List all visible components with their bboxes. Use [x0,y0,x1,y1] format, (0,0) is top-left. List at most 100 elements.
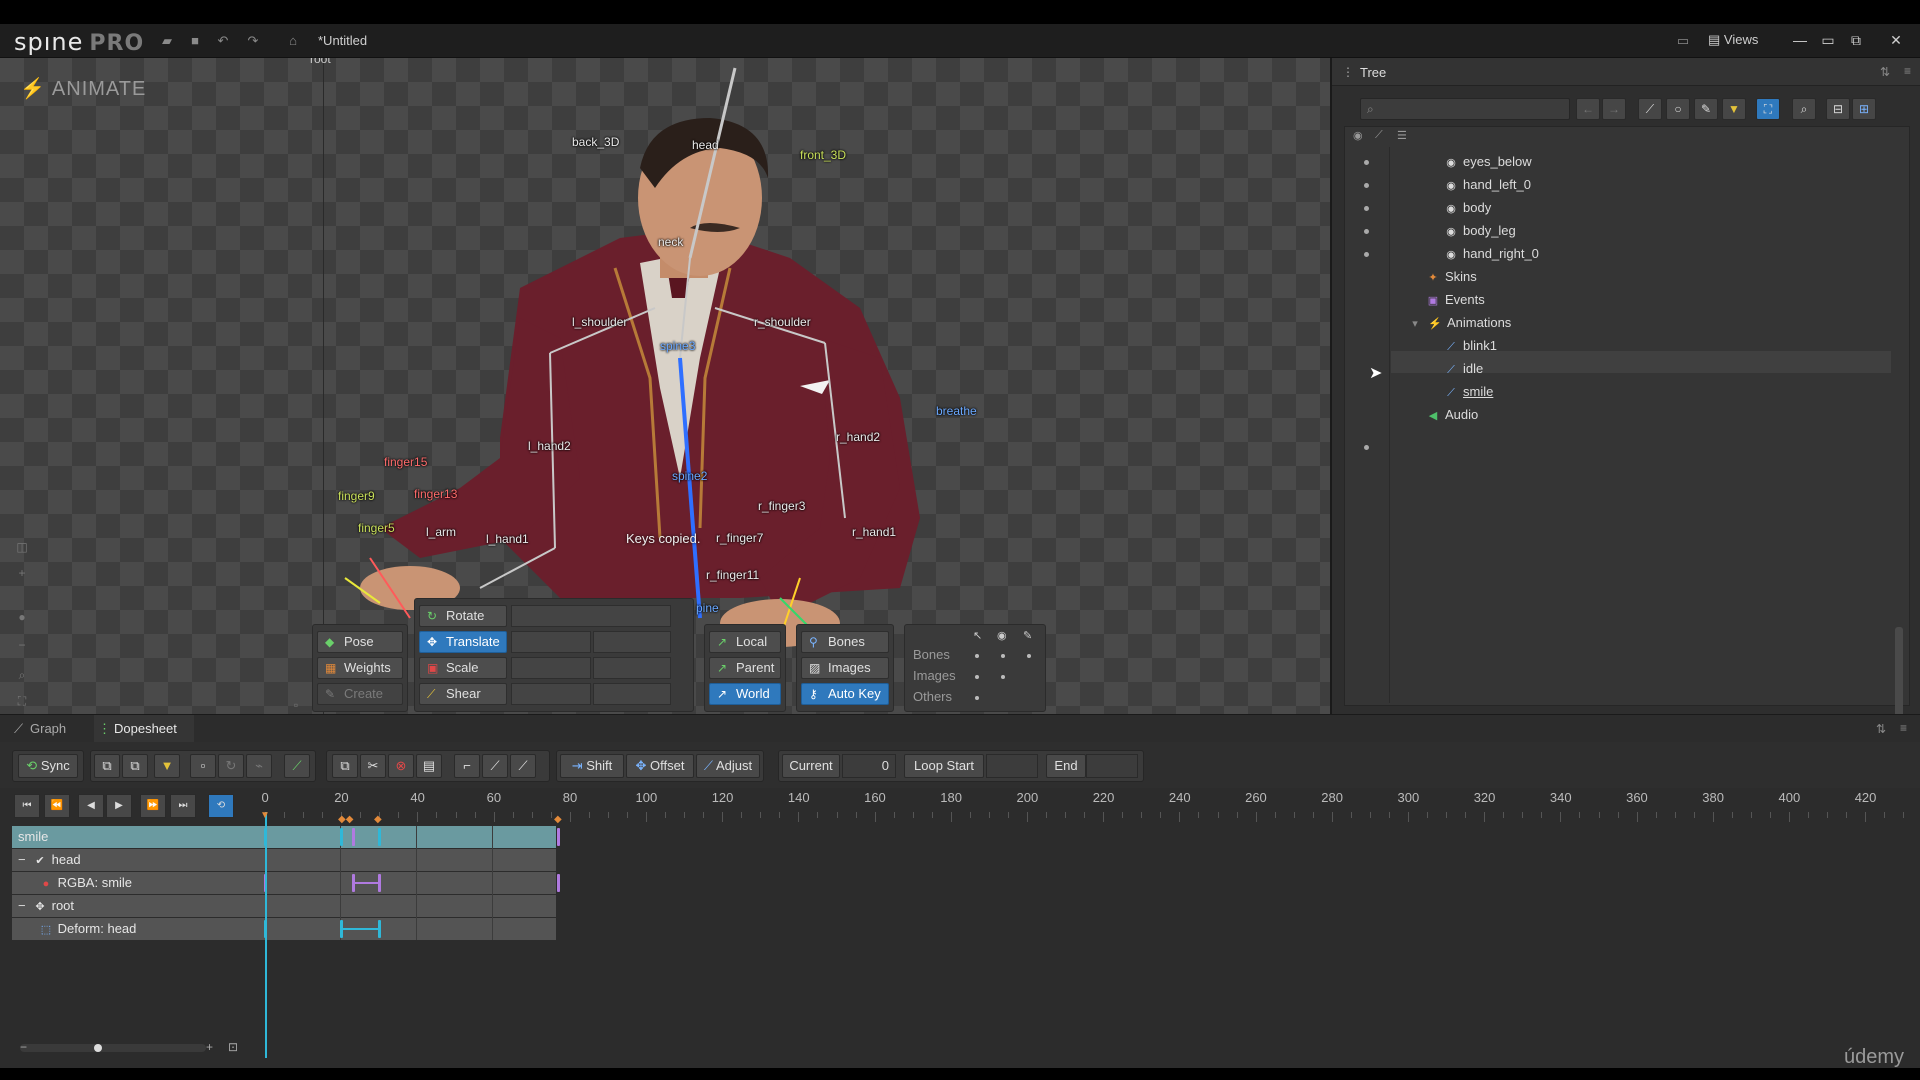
bone-label[interactable]: r_hand2 [836,430,880,444]
playhead-marker-icon[interactable]: ▼ [260,810,270,821]
option-dot[interactable] [975,696,979,700]
bone-label[interactable]: breathe [936,404,977,418]
shear-y-field[interactable] [593,683,671,705]
tree-item-eyes-below[interactable]: ◉ eyes_below [1443,151,1531,173]
tree-item-events[interactable]: ▣ Events [1425,289,1485,311]
bone-label[interactable]: pine [696,601,719,615]
zoom-out-icon[interactable]: − [14,638,30,654]
bone-label[interactable]: neck [658,235,683,249]
tab-graph[interactable]: ⟋ Graph [10,715,90,743]
filter-icon[interactable]: ▼ [1722,98,1746,120]
trash-icon[interactable]: ▤ [416,754,442,778]
bezier-icon[interactable]: ⟋ [482,754,508,778]
shift-button[interactable]: ⇥ Shift [560,754,624,778]
fit-timeline-icon[interactable]: ⊡ [228,1040,238,1054]
keyframe[interactable] [340,828,343,846]
auto-key-button[interactable]: ⚷ Auto Key [801,683,889,705]
option-dot[interactable] [1001,654,1005,658]
maximize-button[interactable]: ⧉ [1844,30,1868,50]
shear-x-field[interactable] [511,683,591,705]
zoom-slider-icon[interactable]: ● [14,610,30,626]
go-to-end-button[interactable]: ⏭ [170,794,196,818]
rotate-value-field[interactable] [511,605,671,627]
bone-label[interactable]: r_finger3 [758,499,805,513]
linear-icon[interactable]: ⌐ [454,754,480,778]
bone-label[interactable]: finger5 [358,521,395,535]
tab-dopesheet[interactable]: ⋮ Dopesheet [94,715,194,743]
timeline-zoom-slider[interactable] [20,1044,206,1052]
dopesheet-timeline[interactable]: ⏮ ⏪ ◀ ▶ ⏩ ⏭ ⟲ 0 20 40 60 80 100 120 140 160 180 20… [0,788,1920,1080]
track-deform-head[interactable]: ⬚ Deform: head [12,918,556,940]
visibility-dot[interactable] [1364,252,1369,257]
previous-frame-button[interactable]: ⏪ [44,794,70,818]
tree-item-idle[interactable]: ⟋ idle [1443,358,1483,380]
save-icon[interactable]: ■ [186,32,204,50]
bone-label[interactable]: head [692,138,719,152]
slot-filter-icon[interactable]: ○ [1666,98,1690,120]
panel-menu-icon[interactable]: ≡ [1904,64,1911,78]
bone-label[interactable]: l_shoulder [572,315,627,329]
panel-settings-icon[interactable]: ⇅ [1876,722,1886,736]
pose-button[interactable]: ◆ Pose [317,631,403,653]
zoom-out-icon[interactable]: − [20,1040,27,1054]
keyframe[interactable] [557,828,560,846]
lock-keys-icon[interactable]: ▫ [190,754,216,778]
scale-y-field[interactable] [593,657,671,679]
track-bone-head[interactable]: − ✔ head [12,849,556,871]
curve-icon[interactable]: ⟋ [284,754,310,778]
cut-icon[interactable]: ✂ [360,754,386,778]
attachment-filter-icon[interactable]: ✎ [1694,98,1718,120]
play-button[interactable]: ▶ [106,794,132,818]
rotate-button[interactable]: ↻ Rotate [419,605,507,627]
track-bone-root[interactable]: − ✥ root [12,895,556,917]
stepped-icon[interactable]: ⟋ [510,754,536,778]
nav-forward-icon[interactable]: → [1602,98,1626,120]
option-dot[interactable] [1001,675,1005,679]
option-dot[interactable] [975,654,979,658]
select-icon[interactable]: ↖ [973,629,982,642]
local-axis-button[interactable]: ↗ Local [709,631,781,653]
bone-label[interactable]: finger13 [414,487,457,501]
collapse-icon[interactable]: − [18,849,32,871]
loop-icon[interactable]: ↻ [218,754,244,778]
bone-label[interactable]: back_3D [572,135,619,149]
root-bone-label[interactable]: root [310,58,331,66]
visibility-dot[interactable] [1364,183,1369,188]
loop-toggle-button[interactable]: ⟲ [208,794,234,818]
tree-item-hand-left-0[interactable]: ◉ hand_left_0 [1443,174,1531,196]
filter-keys-icon[interactable]: ▼ [154,754,180,778]
bone-label[interactable]: r_hand1 [852,525,896,539]
tree-list[interactable]: ◉ ⟋ ☰ ◉ eyes_below ◉ hand_left_0 ◉ body ◉ bo… [1344,126,1910,717]
zoom-fit-icon[interactable]: ◫ [14,540,30,556]
tree-item-body-leg[interactable]: ◉ body_leg [1443,220,1516,242]
end-frame-field[interactable] [1086,754,1138,778]
playhead[interactable] [265,812,267,1058]
collapse-icon[interactable]: ⊟ [1826,98,1850,120]
bone-label[interactable]: spine2 [672,469,707,483]
close-button[interactable]: ✕ [1884,30,1908,50]
translate-button[interactable]: ✥ Translate [419,631,507,653]
visibility-dot[interactable] [1364,229,1369,234]
delete-key-icon[interactable]: ⊗ [388,754,414,778]
bone-label[interactable]: l_hand2 [528,439,571,453]
zoom-in-icon[interactable]: + [14,566,30,582]
bone-label[interactable]: l_arm [426,525,456,539]
sync-selection-icon[interactable]: ⛶ [1756,98,1780,120]
scale-button[interactable]: ▣ Scale [419,657,507,679]
views-menu-button[interactable]: ▤ Views [1708,32,1758,48]
magnifier-icon[interactable]: ⌕ [14,668,30,684]
offset-button[interactable]: ✥ Offset [626,754,694,778]
translate-x-field[interactable] [511,631,591,653]
zoom-in-icon[interactable]: + [206,1040,213,1054]
undo-icon[interactable]: ↶ [214,32,232,50]
go-to-start-button[interactable]: ⏮ [14,794,40,818]
keyframe[interactable] [557,874,560,892]
option-dot[interactable] [975,675,979,679]
tree-item-audio[interactable]: ◀ Audio [1425,404,1478,426]
visibility-dot[interactable] [1364,445,1369,450]
world-axis-button[interactable]: ↗ World [709,683,781,705]
visibility-icon[interactable]: ◉ [997,629,1007,642]
nav-back-icon[interactable]: ← [1576,98,1600,120]
tree-item-smile[interactable]: ⟋ smile [1443,381,1493,403]
ghost-icon[interactable]: ⌁ [246,754,272,778]
